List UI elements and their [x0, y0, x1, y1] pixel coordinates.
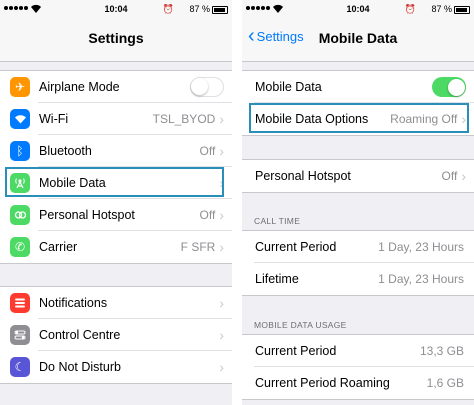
back-button-label: Settings	[256, 28, 304, 44]
bluetooth-value: Off	[199, 144, 216, 158]
notifications-icon	[10, 293, 30, 313]
page-title: Mobile Data	[318, 30, 398, 46]
usage-current-period-roaming-label: Current Period Roaming	[255, 376, 390, 390]
notifications-label: Notifications	[39, 296, 108, 310]
call-time-header: CALL TIME	[254, 216, 301, 226]
wifi-value: TSL_BYOD	[152, 112, 216, 126]
chevron-right-icon: ›	[219, 295, 224, 311]
bluetooth-label: Bluetooth	[39, 144, 92, 158]
settings-screen: 10:04 ⏰ 87 % Settings ✈ Airplane Mode Wi…	[0, 0, 232, 405]
mobile-data-usage-header: MOBILE DATA USAGE	[254, 320, 347, 330]
personal-hotspot-row[interactable]: Personal Hotspot Off ›	[242, 160, 474, 192]
notifications-row[interactable]: Notifications ›	[0, 287, 232, 319]
control-centre-row[interactable]: Control Centre ›	[0, 319, 232, 351]
mobile-data-row[interactable]: Mobile Data ›	[0, 167, 232, 199]
chevron-right-icon: ›	[461, 168, 466, 184]
alarm-icon: ⏰	[404, 4, 416, 14]
mobile-data-label: Mobile Data	[255, 80, 322, 94]
hotspot-group: Personal Hotspot Off ›	[242, 159, 474, 193]
airplane-mode-label: Airplane Mode	[39, 80, 120, 94]
settings-group-system: Notifications › Control Centre › ☾ Do No…	[0, 286, 232, 384]
usage-current-period-roaming-row: Current Period Roaming 1,6 GB	[242, 367, 474, 399]
mobile-data-usage-group: Current Period 13,3 GB Current Period Ro…	[242, 334, 474, 400]
control-centre-label: Control Centre	[39, 328, 121, 342]
airplane-mode-row[interactable]: ✈ Airplane Mode	[0, 71, 232, 103]
chevron-right-icon: ›	[219, 143, 224, 159]
wifi-row[interactable]: Wi-Fi TSL_BYOD ›	[0, 103, 232, 135]
call-time-lifetime-label: Lifetime	[255, 272, 299, 286]
airplane-icon: ✈	[10, 77, 30, 97]
chevron-left-icon: ‹	[248, 25, 255, 47]
battery-icon	[212, 6, 228, 14]
battery-percent: 87 %	[189, 4, 210, 14]
usage-current-period-row: Current Period 13,3 GB	[242, 335, 474, 367]
battery-percent: 87 %	[431, 4, 452, 14]
mobile-data-screen: 10:04 ⏰ 87 % ‹ Settings Mobile Data Mobi…	[242, 0, 474, 405]
call-time-current-period-value: 1 Day, 23 Hours	[378, 240, 464, 254]
carrier-value: F SFR	[180, 240, 216, 254]
mobile-data-row[interactable]: Mobile Data	[242, 71, 474, 103]
bluetooth-row[interactable]: ᛒ Bluetooth Off ›	[0, 135, 232, 167]
chevron-right-icon: ›	[461, 111, 466, 127]
status-bar: 10:04 ⏰ 87 %	[242, 0, 474, 20]
mobile-data-toggle[interactable]	[432, 77, 466, 97]
usage-current-period-value: 13,3 GB	[419, 344, 464, 358]
nav-bar: ‹ Settings Mobile Data	[242, 20, 474, 62]
back-button[interactable]: ‹ Settings	[248, 25, 304, 47]
antenna-icon	[10, 173, 30, 193]
call-time-current-period-label: Current Period	[255, 240, 337, 254]
mobile-data-options-value: Roaming Off	[390, 112, 458, 126]
control-centre-icon	[10, 325, 30, 345]
phone-icon: ✆	[10, 237, 30, 257]
personal-hotspot-label: Personal Hotspot	[255, 169, 351, 183]
call-time-lifetime-row: Lifetime 1 Day, 23 Hours	[242, 263, 474, 295]
carrier-label: Carrier	[39, 240, 78, 254]
wifi-icon	[10, 109, 30, 129]
mobile-data-options-row[interactable]: Mobile Data Options Roaming Off ›	[242, 103, 474, 135]
settings-group-connectivity: ✈ Airplane Mode Wi-Fi TSL_BYOD › ᛒ Bluet…	[0, 70, 232, 264]
nav-bar: Settings	[0, 20, 232, 62]
personal-hotspot-value: Off	[199, 208, 216, 222]
wifi-label: Wi-Fi	[39, 112, 69, 126]
chevron-right-icon: ›	[219, 207, 224, 223]
chevron-right-icon: ›	[219, 327, 224, 343]
mobile-data-group: Mobile Data Mobile Data Options Roaming …	[242, 70, 474, 136]
hotspot-icon	[10, 205, 30, 225]
bluetooth-icon: ᛒ	[10, 141, 30, 161]
page-title: Settings	[88, 30, 144, 46]
mobile-data-label: Mobile Data	[39, 176, 106, 190]
chevron-right-icon: ›	[219, 111, 224, 127]
call-time-current-period-row: Current Period 1 Day, 23 Hours	[242, 231, 474, 263]
airplane-mode-toggle[interactable]	[190, 77, 224, 97]
battery-icon	[454, 6, 470, 14]
usage-current-period-roaming-value: 1,6 GB	[426, 376, 464, 390]
status-bar: 10:04 ⏰ 87 %	[0, 0, 232, 20]
chevron-right-icon: ›	[219, 175, 224, 191]
call-time-lifetime-value: 1 Day, 23 Hours	[378, 272, 464, 286]
personal-hotspot-row[interactable]: Personal Hotspot Off ›	[0, 199, 232, 231]
chevron-right-icon: ›	[219, 359, 224, 375]
alarm-icon: ⏰	[162, 4, 174, 14]
usage-current-period-label: Current Period	[255, 344, 337, 358]
mobile-data-options-label: Mobile Data Options	[255, 112, 369, 126]
chevron-right-icon: ›	[219, 239, 224, 255]
call-time-group: Current Period 1 Day, 23 Hours Lifetime …	[242, 230, 474, 296]
do-not-disturb-label: Do Not Disturb	[39, 360, 121, 374]
personal-hotspot-label: Personal Hotspot	[39, 208, 135, 222]
personal-hotspot-value: Off	[441, 169, 458, 183]
carrier-row[interactable]: ✆ Carrier F SFR ›	[0, 231, 232, 263]
do-not-disturb-row[interactable]: ☾ Do Not Disturb ›	[0, 351, 232, 383]
moon-icon: ☾	[10, 357, 30, 377]
